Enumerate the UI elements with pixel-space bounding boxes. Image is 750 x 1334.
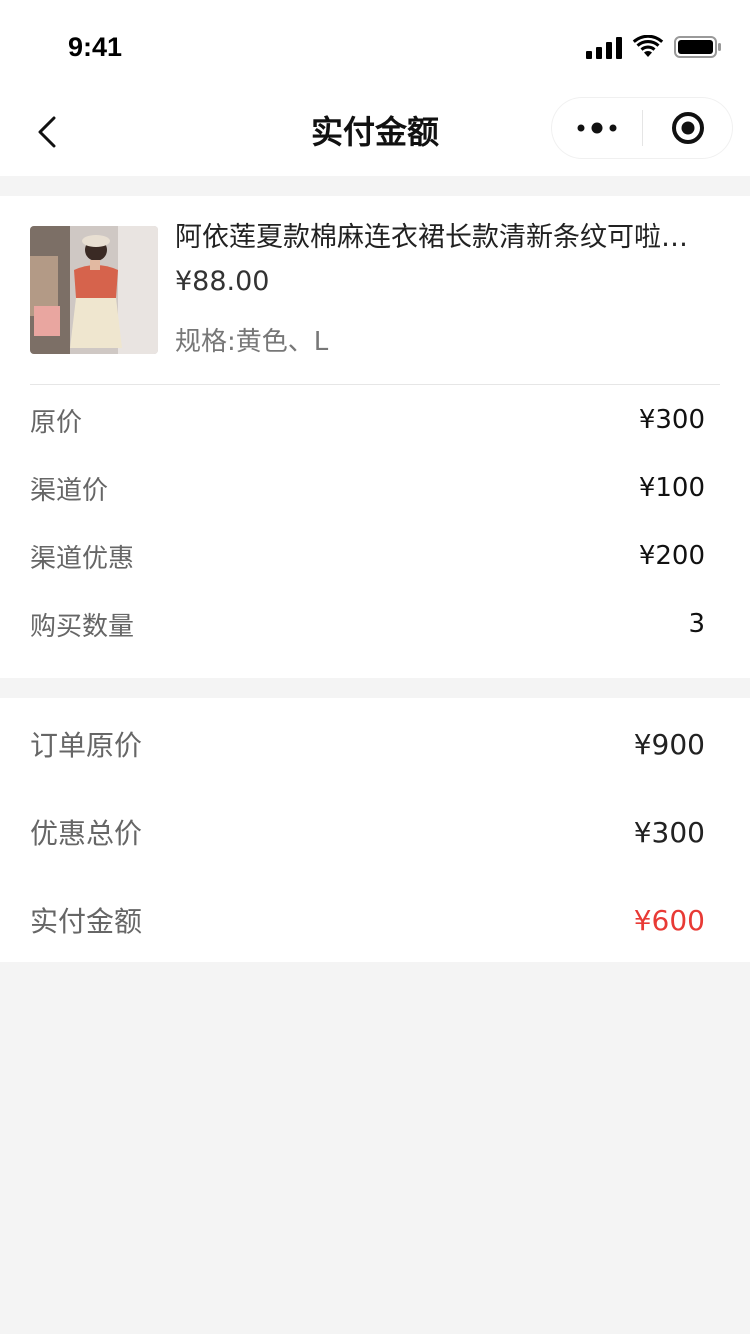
detail-value: ¥300 (638, 405, 705, 435)
mini-program-capsule (552, 98, 732, 158)
total-row-discount: 优惠总价 ¥300 (30, 810, 705, 854)
detail-label: 原价 (30, 407, 83, 438)
target-close-icon (671, 112, 704, 144)
totals-card: 订单原价 ¥900 优惠总价 ¥300 实付金额 ¥600 (0, 698, 750, 962)
detail-value: ¥200 (638, 541, 705, 571)
detail-value: 3 (688, 609, 705, 639)
total-label: 订单原价 (30, 729, 143, 762)
total-label: 实付金额 (30, 905, 143, 938)
page: 9:41 实付金额 阿依莲夏款棉麻连衣裙长款清新条纹可啦… ¥88.00 规格:… (0, 0, 750, 1334)
detail-row-quantity: 购买数量 3 (30, 604, 705, 644)
more-dots-icon (577, 122, 617, 134)
cellular-signal-icon (586, 35, 622, 59)
detail-label: 渠道优惠 (30, 543, 135, 574)
battery-icon (674, 35, 722, 59)
detail-label: 购买数量 (30, 611, 135, 642)
detail-row-channel-price: 渠道价 ¥100 (30, 468, 705, 508)
total-value: ¥300 (633, 815, 705, 849)
product-spec: 规格:黄色、L (175, 327, 329, 357)
detail-label: 渠道价 (30, 475, 109, 506)
detail-row-channel-discount: 渠道优惠 ¥200 (30, 536, 705, 576)
total-row-order-original: 订单原价 ¥900 (30, 722, 705, 766)
wifi-icon (632, 35, 664, 59)
product-name[interactable]: 阿依莲夏款棉麻连衣裙长款清新条纹可啦… (175, 220, 715, 256)
total-value: ¥900 (633, 727, 705, 761)
product-image[interactable] (30, 226, 158, 354)
total-row-paid-amount: 实付金额 ¥600 (30, 898, 705, 942)
more-button[interactable] (552, 98, 642, 158)
status-time: 9:41 (68, 32, 123, 62)
total-label: 优惠总价 (30, 817, 143, 850)
status-icons (586, 34, 722, 60)
divider (30, 384, 720, 385)
detail-value: ¥100 (638, 473, 705, 503)
paid-amount-value: ¥600 (633, 903, 705, 937)
product-price: ¥88.00 (175, 266, 270, 297)
navigation-bar: 实付金额 (0, 88, 750, 176)
product-card: 阿依莲夏款棉麻连衣裙长款清新条纹可啦… ¥88.00 规格:黄色、L 原价 ¥3… (0, 196, 750, 678)
close-button[interactable] (643, 98, 732, 158)
detail-row-original-price: 原价 ¥300 (30, 400, 705, 440)
status-bar: 9:41 (0, 0, 750, 88)
